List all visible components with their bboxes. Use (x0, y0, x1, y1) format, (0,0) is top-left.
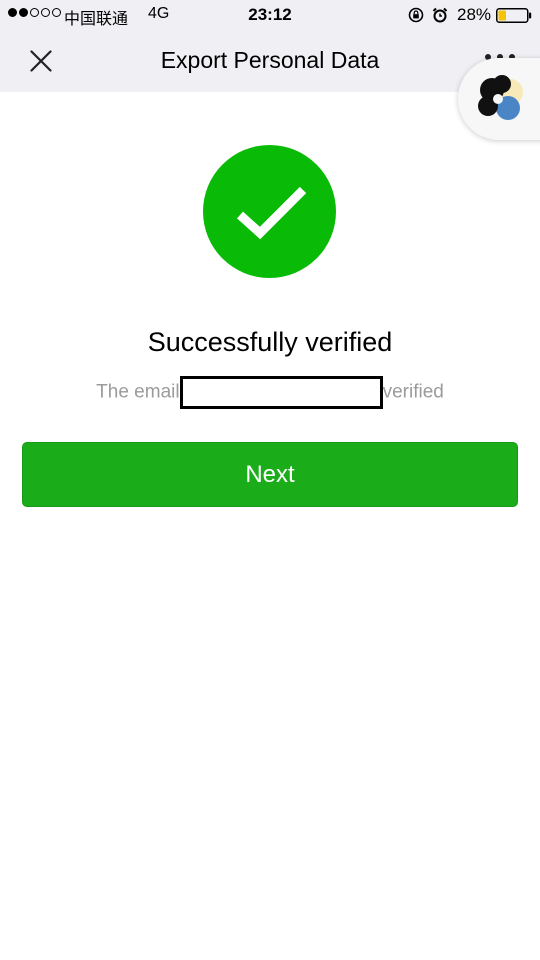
mini-program-logo-icon (478, 75, 523, 120)
success-badge (203, 145, 336, 278)
orientation-lock-icon (408, 7, 424, 23)
status-bar: 中国联通 4G 23:12 28% (0, 0, 540, 30)
subtext-prefix: The email (96, 381, 180, 403)
verification-subtext: The email verified (0, 376, 540, 409)
battery-percent: 28% (457, 5, 492, 24)
next-button[interactable]: Next (22, 442, 518, 507)
checkmark-icon (236, 186, 307, 240)
nav-bar: Export Personal Data (0, 30, 540, 92)
verification-heading: Successfully verified (147, 327, 393, 357)
floating-mini-program-bubble[interactable] (458, 58, 540, 140)
page-title: Export Personal Data (160, 47, 380, 73)
alarm-icon (432, 7, 448, 23)
battery-icon (496, 8, 532, 23)
redacted-email-box (179, 376, 383, 409)
screen: 中国联通 4G 23:12 28% Export Personal Data S… (0, 0, 540, 960)
subtext-suffix: verified (382, 381, 444, 403)
